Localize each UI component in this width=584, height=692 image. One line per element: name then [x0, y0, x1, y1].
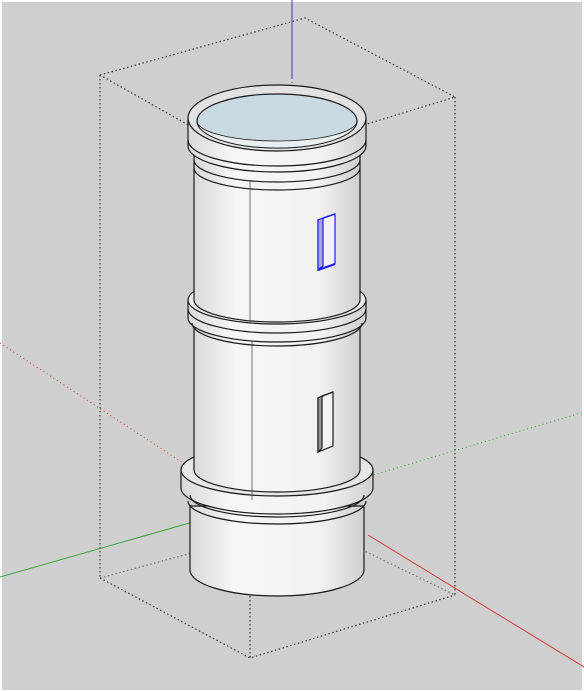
middle-body [193, 321, 361, 493]
upper-slot-selected [317, 213, 336, 272]
middle-slot [317, 391, 334, 454]
bottom-socket [189, 505, 365, 597]
model-canvas[interactable] [0, 0, 584, 692]
pipe-model[interactable] [180, 84, 374, 597]
sketchup-viewport[interactable] [0, 0, 584, 692]
